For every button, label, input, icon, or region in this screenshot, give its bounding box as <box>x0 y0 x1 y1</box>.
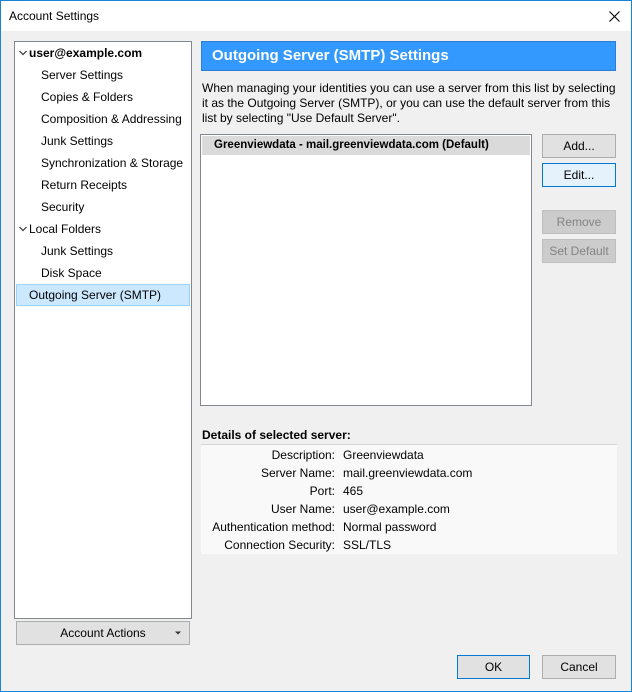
tree-item-return-receipts[interactable]: Return Receipts <box>15 174 127 196</box>
detail-row-server-name: Server Name: mail.greenviewdata.com <box>201 464 617 482</box>
account-actions-label: Account Actions <box>60 626 146 640</box>
tree-item-label: Local Folders <box>29 222 102 236</box>
detail-value: SSL/TLS <box>343 538 392 552</box>
add-button[interactable]: Add... <box>542 134 616 158</box>
detail-key: User Name: <box>270 502 335 516</box>
detail-key: Port: <box>309 484 335 498</box>
edit-button[interactable]: Edit... <box>542 163 616 187</box>
detail-row-port: Port: 465 <box>201 482 617 500</box>
tree-item-label: Copies & Folders <box>41 90 134 104</box>
detail-key: Authentication method: <box>212 520 335 534</box>
window-title: Account Settings <box>9 9 100 23</box>
detail-key: Server Name: <box>260 466 335 480</box>
chevron-down-icon[interactable] <box>18 42 28 64</box>
detail-key: Connection Security: <box>224 538 335 552</box>
tree-item-server-settings[interactable]: Server Settings <box>15 64 123 86</box>
detail-row-user-name: User Name: user@example.com <box>201 500 617 518</box>
detail-value: Greenviewdata <box>343 448 424 462</box>
close-icon <box>608 10 620 22</box>
set-default-button-label: Set Default <box>549 244 609 258</box>
tree-item-label: Outgoing Server (SMTP) <box>29 288 162 302</box>
title-bar: Account Settings <box>1 1 631 31</box>
detail-value: Normal password <box>343 520 437 534</box>
tree-item-label: Disk Space <box>41 266 102 280</box>
server-details-panel: Description: Greenviewdata Server Name: … <box>201 444 617 554</box>
details-heading: Details of selected server: <box>202 428 351 442</box>
detail-row-connection-security: Connection Security: SSL/TLS <box>201 536 617 554</box>
cancel-button-label: Cancel <box>560 660 598 674</box>
tree-item-label: Return Receipts <box>41 178 128 192</box>
remove-button-label: Remove <box>556 215 602 229</box>
remove-button[interactable]: Remove <box>542 210 616 234</box>
ok-button-label: OK <box>484 660 503 674</box>
server-list-item[interactable]: Greenviewdata - mail.greenviewdata.com (… <box>202 136 530 155</box>
detail-value: user@example.com <box>343 502 450 516</box>
tree-item-local-junk-settings[interactable]: Junk Settings <box>15 240 113 262</box>
tree-item-label: Synchronization & Storage <box>41 156 184 170</box>
tree-item-label: Junk Settings <box>41 134 114 148</box>
dropdown-arrow-icon <box>175 631 181 635</box>
close-button[interactable] <box>597 1 631 31</box>
tree-item-junk-settings[interactable]: Junk Settings <box>15 130 113 152</box>
detail-row-description: Description: Greenviewdata <box>201 446 617 464</box>
tree-item-label: Server Settings <box>41 68 124 82</box>
detail-value: 465 <box>343 484 364 498</box>
tree-item-account[interactable]: user@example.com <box>15 42 142 64</box>
tree-item-disk-space[interactable]: Disk Space <box>15 262 102 284</box>
account-actions-button[interactable]: Account Actions <box>16 621 190 645</box>
detail-key: Description: <box>271 448 335 462</box>
tree-item-composition-addressing[interactable]: Composition & Addressing <box>15 108 182 130</box>
account-tree[interactable]: user@example.com Server Settings Copies … <box>14 41 192 619</box>
account-settings-window: Account Settings user@example.com Server… <box>0 0 632 692</box>
tree-item-label: user@example.com <box>29 46 143 60</box>
tree-item-label: Composition & Addressing <box>41 112 182 126</box>
cancel-button[interactable]: Cancel <box>542 655 616 679</box>
server-list[interactable]: Greenviewdata - mail.greenviewdata.com (… <box>200 134 532 406</box>
description-text: When managing your identities you can us… <box>202 81 616 125</box>
tree-item-label: Security <box>41 200 85 214</box>
ok-button[interactable]: OK <box>457 655 530 679</box>
tree-item-copies-folders[interactable]: Copies & Folders <box>15 86 133 108</box>
edit-button-label: Edit... <box>563 168 595 182</box>
tree-item-synchronization-storage[interactable]: Synchronization & Storage <box>15 152 183 174</box>
add-button-label: Add... <box>563 139 595 153</box>
tree-item-local-folders[interactable]: Local Folders <box>15 218 101 240</box>
tree-item-outgoing-server[interactable]: Outgoing Server (SMTP) <box>16 284 190 306</box>
tree-item-label: Junk Settings <box>41 244 114 258</box>
detail-row-auth-method: Authentication method: Normal password <box>201 518 617 536</box>
page-title: Outgoing Server (SMTP) Settings <box>201 41 616 71</box>
tree-item-security[interactable]: Security <box>15 196 84 218</box>
set-default-button[interactable]: Set Default <box>542 239 616 263</box>
detail-value: mail.greenviewdata.com <box>343 466 473 480</box>
chevron-down-icon[interactable] <box>18 218 28 240</box>
